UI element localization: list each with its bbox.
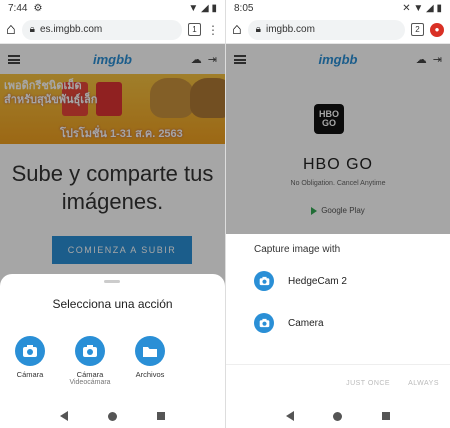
chooser-app-camera[interactable]: Camera: [254, 312, 434, 334]
url-text: es.imgbb.com: [40, 24, 103, 35]
status-time: 8:05: [234, 2, 254, 14]
back-icon[interactable]: [285, 411, 294, 421]
home-icon[interactable]: ⌂: [6, 21, 16, 39]
sheet-title: Selecciona una acción: [52, 297, 173, 311]
action-files[interactable]: Archivos: [120, 336, 180, 379]
camera-icon: [15, 336, 45, 366]
status-icons: ▼ ◢ ▮: [188, 2, 217, 14]
action-camera[interactable]: Cámara: [0, 336, 60, 379]
system-nav-bar: [226, 404, 450, 428]
just-once-button[interactable]: JUST ONCE: [346, 380, 390, 387]
divider: [226, 364, 450, 365]
action-label: Archivos: [135, 370, 165, 379]
left-phone-screen: 7:44 ⚙ ▼ ◢ ▮ ⌂ 🔒︎ es.imgbb.com 1 ⋮ imgbb…: [0, 0, 225, 428]
action-sublabel: Videocámara: [69, 379, 111, 386]
status-icons: ✕ ▼ ◢ ▮: [402, 2, 442, 14]
address-bar[interactable]: 🔒︎ imgbb.com: [247, 19, 405, 40]
camera-icon: [254, 271, 274, 291]
browser-toolbar: ⌂ 🔒︎ imgbb.com 2 ●: [226, 16, 450, 44]
recents-icon[interactable]: [382, 412, 391, 420]
tab-switcher-button[interactable]: 1: [188, 23, 201, 36]
dialog-title: Capture image with: [254, 244, 341, 255]
camera-icon: [75, 336, 105, 366]
action-camcorder[interactable]: Cámara Videocámara: [60, 336, 120, 387]
action-label: Cámara: [76, 370, 104, 379]
chooser-app-name: Camera: [288, 317, 324, 329]
chooser-app-hedgecam[interactable]: HedgeCam 2: [254, 270, 434, 292]
back-icon[interactable]: [60, 411, 68, 421]
sheet-handle[interactable]: [104, 280, 120, 283]
chooser-app-name: HedgeCam 2: [288, 275, 347, 287]
gear-icon: ⚙: [33, 2, 43, 14]
address-bar[interactable]: 🔒︎ es.imgbb.com: [21, 19, 182, 40]
camera-icon: [254, 313, 274, 333]
tab-switcher-button[interactable]: 2: [411, 23, 424, 36]
status-time: 7:44: [8, 2, 28, 14]
status-bar: 7:44 ⚙ ▼ ◢ ▮: [0, 0, 225, 16]
chooser-dialog: Capture image with HedgeCam 2 Camera JUS…: [226, 234, 450, 404]
right-phone-screen: 8:05 ✕ ▼ ◢ ▮ ⌂ 🔒︎ imgbb.com 2 ● imgbb ☁ …: [225, 0, 450, 428]
lock-icon: 🔒︎: [255, 24, 261, 35]
extension-badge-icon[interactable]: ●: [430, 22, 444, 37]
browser-toolbar: ⌂ 🔒︎ es.imgbb.com 1 ⋮: [0, 16, 225, 44]
home-button-icon[interactable]: [108, 411, 117, 421]
action-sheet: Selecciona una acción Cámara Cámara Vide…: [0, 274, 225, 404]
home-icon[interactable]: ⌂: [232, 21, 242, 39]
status-bar: 8:05 ✕ ▼ ◢ ▮: [226, 0, 450, 16]
home-button-icon[interactable]: [333, 411, 343, 421]
more-menu-icon[interactable]: ⋮: [207, 24, 219, 36]
always-button[interactable]: ALWAYS: [408, 380, 439, 387]
action-label: Cámara: [16, 370, 44, 379]
lock-icon: 🔒︎: [29, 24, 35, 35]
folder-icon: [135, 336, 165, 366]
system-nav-bar: [0, 404, 225, 428]
url-text: imgbb.com: [266, 24, 315, 35]
recents-icon[interactable]: [157, 412, 165, 420]
